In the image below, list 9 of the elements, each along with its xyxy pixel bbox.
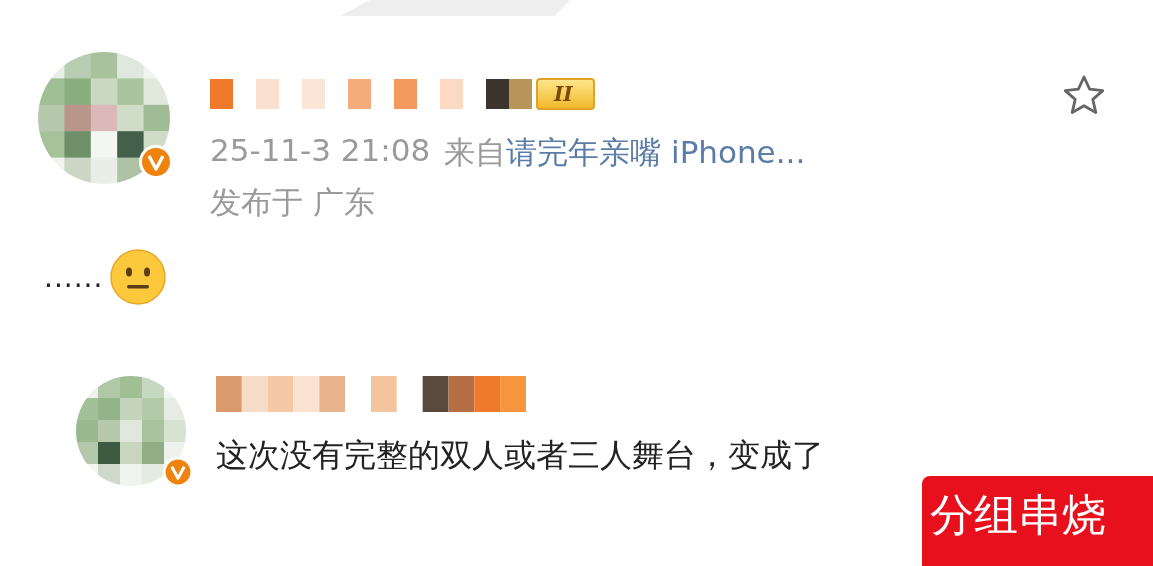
neutral-face-icon [109,248,168,306]
comment-text: 这次没有完整的双人或者三人舞台，变成了 [216,436,824,474]
source-link[interactable]: 请完年亲嘴 iPhone... [506,132,806,174]
source-label: 来自 [444,133,507,172]
post-time: 25-11-3 21:08 [210,132,431,170]
highlight-caption: 分组串烧 [922,476,1153,566]
post-location: 发布于 广东 [210,183,376,222]
level-badge: II [536,78,595,110]
post-text: ...... [44,260,104,294]
